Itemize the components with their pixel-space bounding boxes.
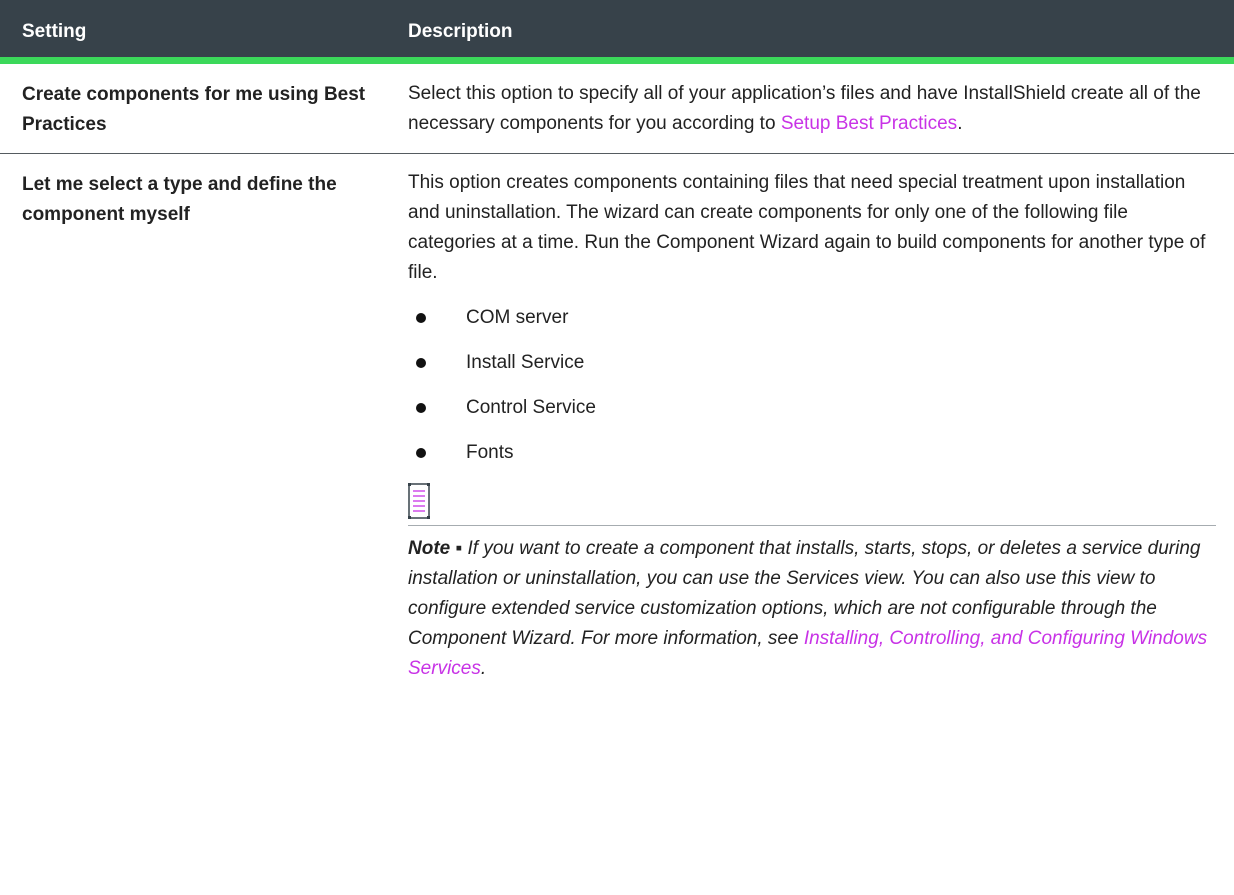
description-paragraph: Select this option to specify all of you… — [408, 79, 1214, 139]
list-item: Fonts — [408, 438, 1214, 468]
list-item: Install Service — [408, 348, 1214, 378]
setting-name: Create components for me using Best Prac… — [22, 84, 366, 135]
list-item: Control Service — [408, 393, 1214, 423]
list-item-label: COM server — [466, 307, 569, 328]
note-label: Note ▪ — [408, 538, 463, 559]
setting-description: This option creates components containin… — [378, 154, 1216, 684]
description-paragraph: This option creates components containin… — [408, 172, 1206, 283]
note-text: Note ▪ If you want to create a component… — [408, 526, 1214, 684]
bullet-icon — [416, 313, 426, 323]
table-header: Setting Description — [0, 0, 1234, 64]
bullet-icon — [416, 358, 426, 368]
list-item-label: Control Service — [466, 397, 596, 418]
header-setting: Setting — [22, 21, 87, 42]
bullet-icon — [416, 403, 426, 413]
note-document-icon — [408, 483, 430, 519]
list-item-label: Fonts — [466, 442, 514, 463]
list-item: COM server — [408, 303, 1214, 333]
settings-table: Setting Description Create components fo… — [0, 0, 1234, 684]
table-row: Create components for me using Best Prac… — [0, 64, 1234, 154]
description-end: . — [957, 113, 963, 134]
setting-description: Select this option to specify all of you… — [378, 64, 1214, 153]
list-item-label: Install Service — [466, 352, 585, 373]
setup-best-practices-link[interactable]: Setup Best Practices — [781, 113, 957, 134]
table-row: Let me select a type and define the comp… — [0, 154, 1234, 684]
note-end: . — [480, 658, 487, 679]
setting-name: Let me select a type and define the comp… — [22, 174, 337, 225]
note-icon-container — [408, 483, 1214, 525]
bullet-icon — [416, 448, 426, 458]
header-description: Description — [408, 21, 513, 42]
file-category-list: COM server Install Service Control Servi… — [408, 303, 1214, 468]
